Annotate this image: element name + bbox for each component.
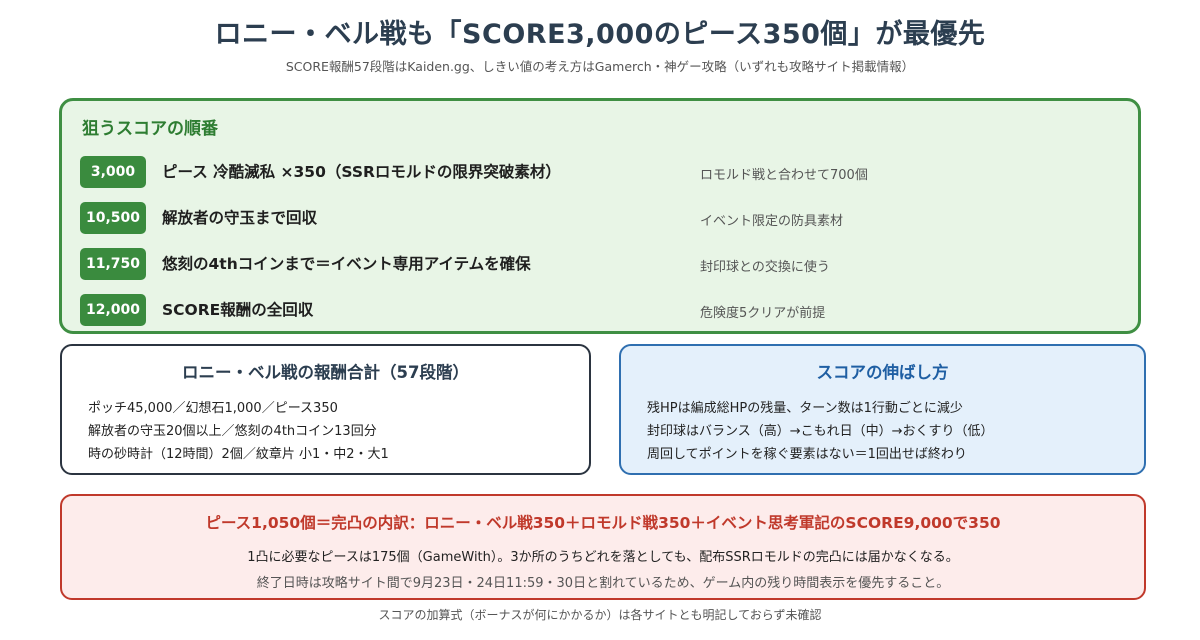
- priority-note: 危険度5クリアが前提: [700, 306, 826, 321]
- priority-note: ロモルド戦と合わせて700個: [700, 168, 868, 183]
- priority-heading: 狙うスコアの順番: [82, 119, 218, 139]
- breakdown-note: 終了日時は攻略サイト間で9月23日・24日11:59・30日と割れているため、ゲ…: [256, 576, 950, 591]
- rewards-line: 時の砂時計（12時間）2個／紋章片 小1・中2・大1: [88, 447, 389, 462]
- priority-text: SCORE報酬の全回収: [162, 301, 314, 319]
- score-badge: 3,000: [80, 156, 146, 188]
- priority-row: 11,750 悠刻の4thコインまで＝イベント専用アイテムを確保 封印球との交換…: [80, 248, 1120, 282]
- priority-note: 封印球との交換に使う: [700, 260, 830, 275]
- growth-line: 周回してポイントを稼ぐ要素はない＝1回出せば終わり: [647, 447, 967, 462]
- score-badge: 12,000: [80, 294, 146, 326]
- growth-line: 残HPは編成総HPの残量、ターン数は1行動ごとに減少: [647, 401, 963, 416]
- growth-heading: スコアの伸ばし方: [816, 363, 949, 382]
- page-title: ロニー・ベル戦も「SCORE3,000のピース350個」が最優先: [214, 19, 986, 50]
- breakdown-heading: ピース1,050個＝完凸の内訳：ロニー・ベル戦350＋ロモルド戦350＋イベント…: [205, 514, 1001, 532]
- priority-text: 解放者の守玉まで回収: [162, 209, 318, 227]
- rewards-summary-box: ロニー・ベル戦の報酬合計（57段階） ポッチ45,000／幻想石1,000／ピー…: [60, 344, 591, 475]
- rewards-line: ポッチ45,000／幻想石1,000／ピース350: [88, 401, 338, 416]
- rewards-line: 解放者の守玉20個以上／悠刻の4thコイン13回分: [88, 424, 377, 439]
- score-growth-box: スコアの伸ばし方 残HPは編成総HPの残量、ターン数は1行動ごとに減少 封印球は…: [619, 344, 1146, 475]
- rewards-heading: ロニー・ベル戦の報酬合計（57段階）: [182, 363, 469, 382]
- priority-row: 3,000 ピース 冷酷滅私 ×350（SSRロモルドの限界突破素材） ロモルド…: [80, 156, 1120, 190]
- footer-note: スコアの加算式（ボーナスが何にかかるか）は各サイトとも明記しておらず未確認: [378, 608, 822, 622]
- growth-line: 封印球はバランス（高）→こもれ日（中）→おくすり（低）: [647, 424, 994, 439]
- priority-text: ピース 冷酷滅私 ×350（SSRロモルドの限界突破素材）: [162, 163, 561, 181]
- score-badge: 11,750: [80, 248, 146, 280]
- page-subtitle: SCORE報酬57段階はKaiden.gg、しきい値の考え方はGamerch・神…: [285, 59, 915, 74]
- piece-breakdown-box: ピース1,050個＝完凸の内訳：ロニー・ベル戦350＋ロモルド戦350＋イベント…: [60, 494, 1146, 600]
- priority-note: イベント限定の防具素材: [700, 214, 844, 229]
- score-badge: 10,500: [80, 202, 146, 234]
- breakdown-line: 1凸に必要なピースは175個（GameWith）。3か所のうちどれを落としても、…: [247, 550, 959, 565]
- priority-row: 12,000 SCORE報酬の全回収 危険度5クリアが前提: [80, 294, 1120, 328]
- score-priority-panel: 狙うスコアの順番 3,000 ピース 冷酷滅私 ×350（SSRロモルドの限界突…: [59, 98, 1141, 334]
- priority-text: 悠刻の4thコインまで＝イベント専用アイテムを確保: [162, 255, 531, 273]
- priority-row: 10,500 解放者の守玉まで回収 イベント限定の防具素材: [80, 202, 1120, 236]
